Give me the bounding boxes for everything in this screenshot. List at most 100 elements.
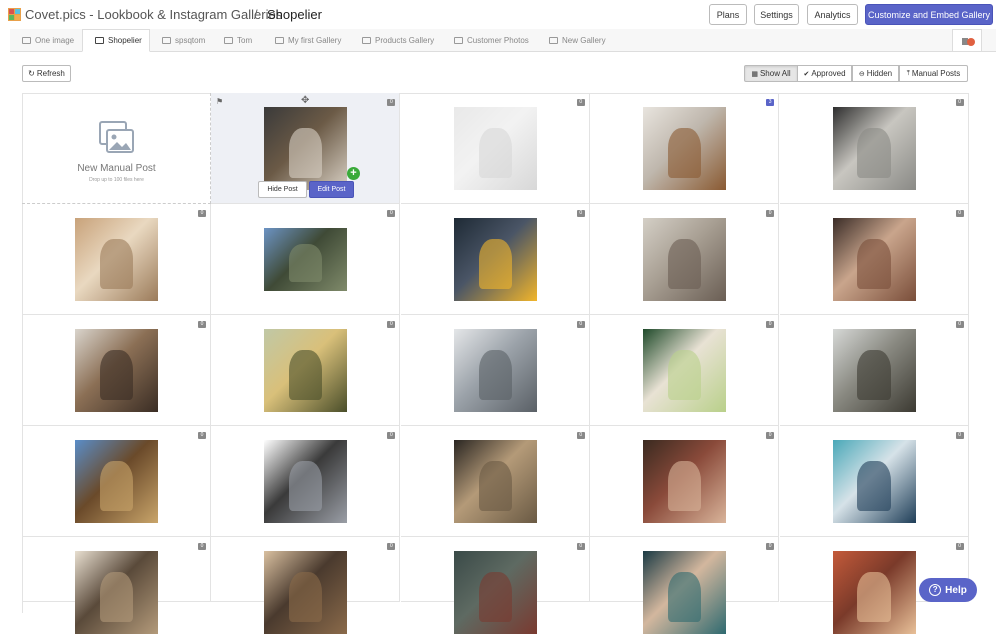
filter-label: Show All [759, 69, 791, 78]
thumbnail-subject [289, 127, 323, 178]
tab-label: Customer Photos [467, 36, 529, 45]
post-card[interactable]: 0 [211, 315, 401, 426]
post-card[interactable]: 0 [22, 426, 211, 537]
tab-my-first-gallery[interactable]: My first Gallery [263, 29, 349, 52]
post-card[interactable]: 0 [211, 426, 401, 537]
post-thumbnail[interactable] [75, 329, 158, 412]
post-thumbnail[interactable] [264, 228, 348, 291]
tab-shopelier[interactable]: Shopelier [82, 29, 150, 52]
page-title: Shopelier [267, 7, 322, 22]
filter-approved-button[interactable]: ✔ Approved [797, 65, 852, 82]
help-label: Help [945, 584, 967, 596]
minus-circle-icon: ⊖ [858, 70, 865, 78]
filter-show-all-button[interactable]: ▦ Show All [744, 65, 798, 82]
post-thumbnail[interactable] [453, 551, 537, 634]
tab-one-image[interactable]: One image [10, 29, 80, 52]
post-thumbnail[interactable] [643, 329, 727, 412]
post-thumbnail[interactable] [75, 440, 158, 523]
breadcrumb-separator: / [254, 7, 258, 22]
post-card[interactable]: 0 [590, 204, 780, 315]
post-thumbnail[interactable] [264, 329, 348, 412]
post-thumbnail[interactable] [832, 218, 916, 301]
post-card[interactable]: 0 [211, 537, 401, 634]
post-thumbnail[interactable] [643, 218, 727, 301]
tab-tom[interactable]: Tom [212, 29, 262, 52]
post-card[interactable]: 0 [211, 204, 401, 315]
new-manual-post-dropzone[interactable]: New Manual Post Drop up to 100 files her… [22, 93, 211, 204]
tab-label: New Gallery [562, 36, 606, 45]
hide-post-button[interactable]: Hide Post [258, 181, 307, 198]
post-count-badge: 0 [387, 99, 396, 106]
post-card[interactable]: 0 [779, 204, 969, 315]
thumbnail-subject [99, 571, 134, 622]
post-card[interactable]: 0 [22, 315, 211, 426]
post-card[interactable]: 3 [590, 93, 780, 204]
edit-post-button[interactable]: Edit Post [309, 181, 354, 198]
filter-manual-posts-button[interactable]: ⤒ Manual Posts [899, 65, 968, 82]
post-card[interactable]: 0 [779, 93, 969, 204]
post-count-badge: 0 [955, 210, 964, 217]
post-count-badge: 0 [955, 543, 964, 550]
user-menu-button[interactable] [952, 29, 982, 52]
post-thumbnail[interactable] [643, 440, 727, 523]
post-thumbnail[interactable] [832, 107, 916, 190]
app-title[interactable]: Covet.pics - Lookbook & Instagram Galler… [25, 7, 282, 22]
thumbnail-subject [289, 460, 323, 511]
post-card[interactable]: 0 [22, 204, 211, 315]
post-count-badge: 0 [955, 99, 964, 106]
post-card[interactable]: 0 [400, 204, 590, 315]
post-thumbnail[interactable] [453, 107, 537, 190]
top-bar: Covet.pics - Lookbook & Instagram Galler… [0, 0, 996, 29]
post-count-badge: 0 [198, 432, 206, 439]
tab-new-gallery[interactable]: New Gallery [537, 29, 617, 52]
post-thumbnail[interactable] [453, 218, 537, 301]
post-card[interactable]: 0 [22, 537, 211, 634]
post-thumbnail[interactable] [832, 329, 916, 412]
post-card[interactable]: 0 [400, 315, 590, 426]
post-count-badge: 0 [387, 210, 396, 217]
post-thumbnail[interactable] [643, 551, 727, 634]
post-card[interactable]: 0 [400, 537, 590, 634]
post-card[interactable]: 0 [590, 315, 780, 426]
post-card[interactable]: 0 [590, 537, 780, 634]
move-handle-icon[interactable]: ✥ [301, 95, 309, 106]
post-thumbnail[interactable] [453, 329, 537, 412]
thumbnail-subject [289, 349, 323, 400]
thumbnail-subject [99, 460, 134, 511]
post-thumbnail[interactable] [264, 551, 348, 634]
thumbnail-subject [857, 571, 891, 622]
filter-hidden-button[interactable]: ⊖ Hidden [852, 65, 899, 82]
post-card[interactable]: 0 [779, 426, 969, 537]
post-thumbnail[interactable] [75, 551, 158, 634]
tab-customer-photos[interactable]: Customer Photos [442, 29, 534, 52]
plans-button[interactable]: Plans [709, 4, 747, 25]
tab-spsqtom[interactable]: spsqtom [150, 29, 212, 52]
refresh-button[interactable]: ↻ Refresh [22, 65, 71, 82]
post-thumbnail[interactable] [832, 440, 916, 523]
post-count-badge: 3 [766, 99, 775, 106]
post-count-badge: 0 [955, 432, 964, 439]
post-card[interactable]: 0 [779, 315, 969, 426]
post-card[interactable]: 0 [590, 426, 780, 537]
post-thumbnail[interactable] [832, 551, 916, 634]
post-thumbnail[interactable] [453, 440, 537, 523]
settings-button[interactable]: Settings [754, 4, 799, 25]
post-thumbnail[interactable] [643, 107, 727, 190]
analytics-button[interactable]: Analytics [807, 4, 858, 25]
customize-embed-button[interactable]: Customize and Embed Gallery [865, 4, 993, 25]
post-thumbnail[interactable] [264, 107, 348, 190]
post-thumbnail[interactable] [75, 218, 158, 301]
post-thumbnail[interactable] [264, 440, 348, 523]
image-icon [162, 37, 171, 44]
post-card[interactable]: 0 [400, 93, 590, 204]
add-plus-icon[interactable]: + [347, 167, 360, 180]
pin-icon[interactable]: ⚑ [216, 97, 223, 106]
thumbnail-subject [99, 238, 134, 289]
post-count-badge: 0 [766, 543, 775, 550]
thumbnail-subject [289, 571, 323, 622]
thumbnail-subject [478, 460, 512, 511]
post-count-badge: 0 [387, 432, 396, 439]
tab-products-gallery[interactable]: Products Gallery [350, 29, 438, 52]
help-button[interactable]: ? Help [919, 578, 977, 602]
post-card[interactable]: 0 [400, 426, 590, 537]
